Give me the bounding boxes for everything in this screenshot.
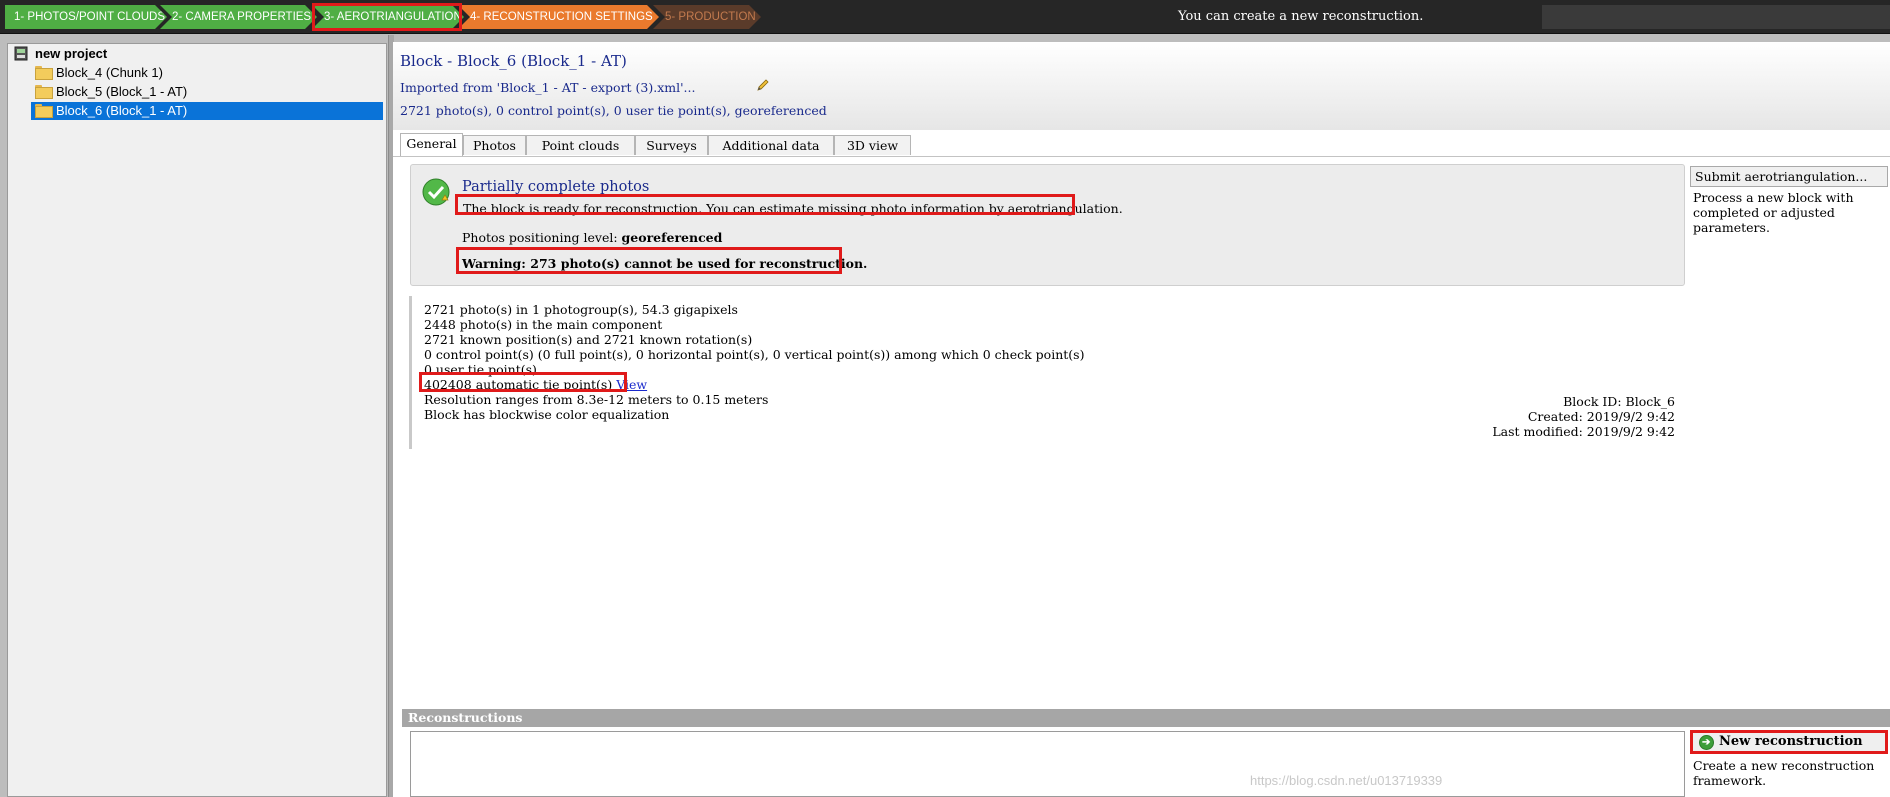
block-import-source: Imported from 'Block_1 - AT - export (3)… xyxy=(400,80,696,95)
folder-icon xyxy=(35,66,53,80)
new-reconstruction-label: New reconstruction xyxy=(1719,734,1863,749)
folder-icon xyxy=(35,85,53,99)
step-reconstruction-settings[interactable]: 4- RECONSTRUCTION SETTINGS xyxy=(458,5,659,29)
positioning-level: Photos positioning level: georeferenced xyxy=(462,230,722,245)
block-summary: 2721 photo(s), 0 control point(s), 0 use… xyxy=(400,103,827,118)
detail-color-equalization: Block has blockwise color equalization xyxy=(424,407,670,422)
tab-general[interactable]: General xyxy=(400,133,463,156)
workflow-bar: 1- PHOTOS/POINT CLOUDS 2- CAMERA PROPERT… xyxy=(0,0,1890,34)
block-details-panel: Block - Block_6 (Block_1 - AT) Imported … xyxy=(393,42,1890,797)
tab-additional-data[interactable]: Additional data xyxy=(708,135,834,155)
tree-item-block-5[interactable]: Block_5 (Block_1 - AT) xyxy=(35,83,187,101)
watermark-text: https://blog.csdn.net/u013719339 xyxy=(1250,773,1443,788)
submit-aerotriangulation-button[interactable]: Submit aerotriangulation... xyxy=(1690,166,1888,187)
positioning-value: georeferenced xyxy=(621,230,723,245)
ready-text-highlight xyxy=(455,194,1075,215)
tree-project-node[interactable]: new project xyxy=(35,45,107,63)
tab-photos[interactable]: Photos xyxy=(463,135,526,155)
tab-3d-view[interactable]: 3D view xyxy=(834,135,911,155)
tab-point-clouds[interactable]: Point clouds xyxy=(526,135,635,155)
edit-pencil-icon[interactable] xyxy=(756,78,770,92)
step-production[interactable]: 5- PRODUCTION xyxy=(653,5,761,29)
tree-item-label: Block_6 (Block_1 - AT) xyxy=(56,103,188,118)
step-photos-point-clouds[interactable]: 1- PHOTOS/POINT CLOUDS xyxy=(5,5,167,29)
block-status-box: Partially complete photos The block is r… xyxy=(410,164,1685,286)
tab-surveys[interactable]: Surveys xyxy=(635,135,708,155)
detail-control-points: 0 control point(s) (0 full point(s), 0 h… xyxy=(424,347,1085,362)
block-last-modified: Last modified: 2019/9/2 9:42 xyxy=(1492,424,1675,439)
block-id: Block ID: Block_6 xyxy=(1563,394,1675,409)
warning-text-highlight xyxy=(456,247,842,274)
project-icon xyxy=(14,46,28,61)
block-title: Block - Block_6 (Block_1 - AT) xyxy=(400,52,627,70)
tabs-divider xyxy=(393,156,1890,157)
reconstructions-list[interactable] xyxy=(410,731,1685,797)
tie-points-highlight xyxy=(419,372,627,392)
tree-item-block-4[interactable]: Block_4 (Chunk 1) xyxy=(35,64,163,82)
detail-resolution: Resolution ranges from 8.3e-12 meters to… xyxy=(424,392,769,407)
tree-item-label: Block_5 (Block_1 - AT) xyxy=(56,84,188,99)
workflow-status-text: You can create a new reconstruction. xyxy=(1178,9,1424,24)
workflow-bar-right-area xyxy=(1542,5,1890,29)
detail-main-component: 2448 photo(s) in the main component xyxy=(424,317,663,332)
step-camera-properties[interactable]: 2- CAMERA PROPERTIES xyxy=(160,5,317,29)
check-warning-icon xyxy=(422,178,450,206)
positioning-label: Photos positioning level: xyxy=(462,230,618,245)
block-header: Block - Block_6 (Block_1 - AT) Imported … xyxy=(393,42,1890,130)
block-details-list: 2721 photo(s) in 1 photogroup(s), 54.3 g… xyxy=(409,296,1685,449)
submit-aerotriangulation-description: Process a new block with completed or ad… xyxy=(1693,190,1854,235)
tree-item-block-6[interactable]: Block_6 (Block_1 - AT) xyxy=(31,102,383,120)
reconstructions-header: Reconstructions xyxy=(402,709,1890,727)
step-aerotriangulation-highlight xyxy=(312,3,462,31)
new-reconstruction-description: Create a new reconstruction framework. xyxy=(1693,758,1875,788)
project-tree: new project Block_4 (Chunk 1) Block_5 (B… xyxy=(7,43,387,797)
block-created: Created: 2019/9/2 9:42 xyxy=(1527,409,1675,424)
new-reconstruction-button[interactable]: New reconstruction xyxy=(1690,730,1888,754)
folder-icon xyxy=(35,104,53,118)
status-title: Partially complete photos xyxy=(462,179,650,195)
new-reconstruction-icon xyxy=(1699,734,1714,752)
detail-photos: 2721 photo(s) in 1 photogroup(s), 54.3 g… xyxy=(424,302,738,317)
detail-known-positions: 2721 known position(s) and 2721 known ro… xyxy=(424,332,753,347)
tree-item-label: Block_4 (Chunk 1) xyxy=(56,65,163,80)
